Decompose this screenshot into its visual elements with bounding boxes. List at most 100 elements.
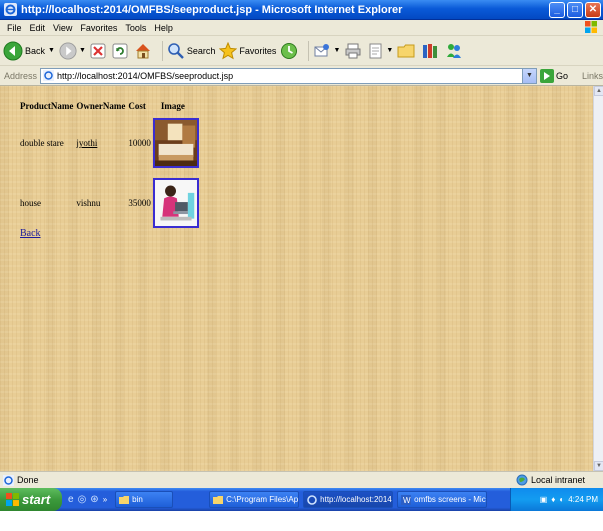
stop-icon xyxy=(90,43,106,58)
refresh-button[interactable] xyxy=(112,43,130,59)
task-program-files[interactable]: C:\Program Files\Apa... xyxy=(209,491,300,508)
scroll-down-icon[interactable]: ▼ xyxy=(594,461,603,471)
go-label: Go xyxy=(555,70,568,81)
task-label: omfbs screens - Micro... xyxy=(414,495,488,504)
address-dropdown-icon[interactable]: ▼ xyxy=(521,68,536,83)
search-button-label: Search xyxy=(186,45,216,56)
owner-name-text: vishnu xyxy=(76,198,101,208)
owner-name-cell: vishnu xyxy=(76,174,128,232)
edit-button[interactable]: ▼ xyxy=(368,42,393,60)
network-tray-icon[interactable]: ▣ xyxy=(540,495,548,504)
mail-icon xyxy=(314,43,330,56)
menu-file[interactable]: File xyxy=(3,23,26,33)
header-cost: Cost xyxy=(128,101,146,111)
mail-button[interactable]: ▼ xyxy=(313,42,340,60)
home-icon xyxy=(135,43,150,58)
printer-icon xyxy=(345,43,361,58)
history-button[interactable] xyxy=(280,42,300,60)
address-bar: Address http://localhost:2014/OMFBS/seep… xyxy=(0,66,603,86)
product-name-cell: house xyxy=(20,198,41,208)
taskbar: start e ◎ ⊛ » bin C:\Program Files\Apa..… xyxy=(0,488,603,511)
products-table: ProductName OwnerName Cost Image double … xyxy=(20,100,202,232)
task-label: C:\Program Files\Apa... xyxy=(226,495,299,504)
image-cell xyxy=(152,174,202,232)
window-title: http://localhost:2014/OMFBS/seeproduct.j… xyxy=(21,3,403,16)
history-icon xyxy=(281,42,298,59)
vertical-scrollbar[interactable]: ▲ ▼ xyxy=(593,86,603,471)
go-arrow-icon xyxy=(539,68,554,83)
header-product-name: ProductName xyxy=(20,101,74,111)
status-bar: Done Local intranet xyxy=(0,471,603,488)
address-url: http://localhost:2014/OMFBS/seeproduct.j… xyxy=(57,70,234,81)
desktop-quicklaunch-icon[interactable]: ◎ xyxy=(78,494,87,505)
stop-button[interactable] xyxy=(90,43,108,59)
start-button[interactable]: start xyxy=(0,488,62,511)
minimize-button[interactable]: _ xyxy=(549,1,565,18)
system-tray: ▣ ♦ ◐ 4:24 PM xyxy=(510,488,603,511)
ie-icon xyxy=(307,494,317,505)
chevron-right-icon[interactable]: » xyxy=(103,495,107,504)
menu-edit[interactable]: Edit xyxy=(26,23,50,33)
chevron-down-icon[interactable]: ▼ xyxy=(386,47,393,54)
media-quicklaunch-icon[interactable]: ⊛ xyxy=(90,494,98,505)
scroll-up-icon[interactable]: ▲ xyxy=(594,86,603,96)
forward-button[interactable]: ▼ xyxy=(59,41,86,60)
address-input[interactable]: http://localhost:2014/OMFBS/seeproduct.j… xyxy=(40,67,537,84)
page-content: ProductName OwnerName Cost Image double … xyxy=(0,86,593,471)
title-bar[interactable]: http://localhost:2014/OMFBS/seeproduct.j… xyxy=(0,0,603,20)
zone-text: Local intranet xyxy=(530,475,585,485)
image-cell xyxy=(152,112,202,174)
messenger-button[interactable] xyxy=(445,42,465,60)
document-icon xyxy=(369,43,382,58)
maximize-button[interactable]: □ xyxy=(567,1,583,18)
search-icon xyxy=(168,42,184,59)
back-arrow-icon xyxy=(3,41,23,60)
go-button[interactable]: Go xyxy=(539,68,568,83)
menu-favorites[interactable]: Favorites xyxy=(76,23,121,33)
back-button[interactable]: Back ▼ xyxy=(3,41,55,61)
task-word-document[interactable]: W omfbs screens - Micro... xyxy=(397,491,488,508)
start-label: start xyxy=(22,492,51,507)
intranet-globe-icon xyxy=(516,474,528,486)
table-row: double stare jyothi 10000 xyxy=(20,112,202,174)
ie-icon xyxy=(4,3,17,16)
chevron-down-icon[interactable]: ▼ xyxy=(48,47,55,54)
print-button[interactable] xyxy=(344,42,364,60)
chevron-down-icon[interactable]: ▼ xyxy=(333,47,340,54)
folder-button[interactable] xyxy=(397,42,417,60)
address-label: Address xyxy=(4,70,38,81)
ie-quicklaunch-icon[interactable]: e xyxy=(68,494,74,505)
menu-view[interactable]: View xyxy=(49,23,76,33)
ie-page-icon xyxy=(43,70,55,81)
search-button[interactable]: Search xyxy=(167,42,216,60)
folder-icon xyxy=(397,44,415,57)
svg-text:W: W xyxy=(403,496,411,505)
security-tray-icon[interactable]: ♦ xyxy=(551,495,555,504)
home-button[interactable] xyxy=(134,42,154,60)
research-button[interactable] xyxy=(421,42,441,60)
task-label: bin xyxy=(132,495,143,504)
task-label: http://localhost:2014... xyxy=(320,495,394,504)
product-name-cell: double stare xyxy=(20,138,64,148)
close-button[interactable]: ✕ xyxy=(585,1,601,18)
folder-icon xyxy=(119,495,130,504)
back-link[interactable]: Back xyxy=(20,228,41,239)
cost-cell: 10000 xyxy=(128,138,151,148)
toolbar: Back ▼ ▼ Search Favorites ▼ ▼ xyxy=(0,36,603,66)
menu-tools[interactable]: Tools xyxy=(121,23,150,33)
links-toolbar[interactable]: Links xyxy=(582,71,603,81)
toolbar-separator xyxy=(161,40,163,61)
task-internet-explorer[interactable]: http://localhost:2014... xyxy=(303,491,394,508)
chevron-down-icon[interactable]: ▼ xyxy=(79,47,86,54)
menu-help[interactable]: Help xyxy=(150,23,177,33)
quick-launch: e ◎ ⊛ » xyxy=(68,494,111,505)
page-done-icon xyxy=(3,474,14,486)
volume-tray-icon[interactable]: ◐ xyxy=(559,495,564,504)
favorites-button[interactable]: Favorites xyxy=(219,41,276,60)
star-icon xyxy=(219,41,238,59)
table-row: house vishnu 35000 xyxy=(20,174,202,232)
refresh-icon xyxy=(112,43,128,58)
clock[interactable]: 4:24 PM xyxy=(568,495,598,504)
task-bin[interactable]: bin xyxy=(115,491,174,508)
security-zone: Local intranet xyxy=(516,474,585,486)
